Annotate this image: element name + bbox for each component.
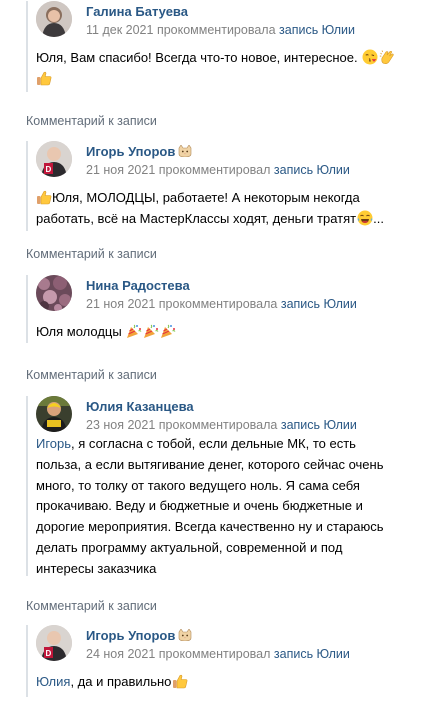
comment-indent-bar [26,1,28,92]
comment-action: прокомментировала [158,418,278,432]
comment-text-ellipsis: ... [373,211,384,226]
comment-galina: Галина Батуева 11 дек 2021 прокомментиро… [26,1,431,92]
svg-text:D: D [46,165,52,174]
avatar[interactable] [36,1,72,37]
comment-text: Юля молодцы [36,321,431,342]
avatar[interactable] [36,396,72,432]
comment-indent-bar [26,275,28,343]
comment-text-line: , я согласна с тобой, если дельные МК, т… [71,436,356,451]
party-popper-emoji [143,324,159,339]
laughing-emoji [357,210,374,226]
comment-action: прокомментировала [156,23,276,37]
post-link[interactable]: запись Юлии [279,23,355,37]
comment-date[interactable]: 11 дек 2021 [86,23,153,37]
comment-igor-1: D Игорь Упоров 21 ноя 2021 прокомментиро… [26,141,431,231]
comment-text: Игорь, я согласна с тобой, если дельные … [36,434,431,580]
party-popper-emoji [160,324,176,339]
section-label: Комментарий к записи [26,599,157,613]
svg-text:D: D [46,649,52,658]
section-label: Комментарий к записи [26,247,157,261]
comment-text-line: Юля, МОЛОДЦЫ, работаете! А некоторым нек… [52,190,360,205]
comment-meta: 21 ноя 2021 прокомментировал запись Юлии [86,163,350,177]
comment-text-line: работать, всё на МастерКлассы ходят, ден… [36,211,357,226]
comment-text-body: , да и правильно [70,674,172,689]
thumbs-up-emoji [173,674,188,689]
mention-link[interactable]: Игорь [36,436,71,451]
post-link[interactable]: запись Юлии [274,163,350,177]
comment-text-line: дорогие мероприятия. Всегда качественно … [36,519,384,535]
comment-date[interactable]: 21 ноя 2021 [86,297,155,311]
comment-date[interactable]: 24 ноя 2021 [86,647,155,661]
author-name[interactable]: Галина Батуева [86,4,188,19]
comment-indent-bar [26,625,28,697]
comment-action: прокомментировал [158,163,271,177]
comment-text-body: Юля, Вам спасибо! Всегда что-то новое, и… [36,50,358,65]
comment-text-line: делать программу актуальной, современной… [36,539,343,555]
comment-nina: Нина Радостева 21 ноя 2021 прокомментиро… [26,275,431,343]
cat-icon [178,629,192,641]
comment-meta: 24 ноя 2021 прокомментировал запись Юлии [86,647,350,661]
section-label: Комментарий к записи [26,368,157,382]
section-label: Комментарий к записи [26,114,157,128]
comment-indent-bar [26,141,28,231]
comment-text-line: много, то толку от такого ведущего ноль.… [36,477,360,493]
party-popper-emoji [126,324,142,339]
avatar[interactable]: D [36,141,72,177]
comment-text: Юля, МОЛОДЦЫ, работаете! А некоторым нек… [36,187,431,229]
thumbs-up-emoji [36,190,52,205]
comment-indent-bar [26,396,28,576]
comment-meta: 11 дек 2021 прокомментировала запись Юли… [86,23,355,37]
author-name-text[interactable]: Игорь Упоров [86,144,175,159]
mention-link[interactable]: Юлия [36,674,70,689]
comment-text-line: польза, а если вытягивание денег, которо… [36,456,384,472]
cat-icon [178,145,192,157]
comment-date[interactable]: 21 ноя 2021 [86,163,155,177]
thumbs-up-emoji [36,71,52,86]
author-name-text[interactable]: Игорь Упоров [86,628,175,643]
comment-action: прокомментировал [158,647,271,661]
clap-emoji [379,50,395,65]
avatar[interactable]: D [36,625,72,661]
comment-text-line: интересы заказчика [36,560,157,576]
comment-date[interactable]: 23 ноя 2021 [86,418,155,432]
comment-yulia: Юлия Казанцева 23 ноя 2021 прокомментиро… [26,396,431,576]
comment-meta: 21 ноя 2021 прокомментировала запись Юли… [86,297,357,311]
author-name[interactable]: Нина Радостева [86,278,190,293]
comment-text: Юлия, да и правильно [36,671,431,692]
post-link[interactable]: запись Юлии [274,647,350,661]
post-link[interactable]: запись Юлии [281,297,357,311]
author-name[interactable]: Игорь Упоров [86,144,192,159]
comment-meta: 23 ноя 2021 прокомментировала запись Юли… [86,418,357,432]
comment-action: прокомментировала [158,297,278,311]
author-name[interactable]: Юлия Казанцева [86,399,194,414]
comment-text: Юля, Вам спасибо! Всегда что-то новое, и… [36,47,431,89]
comment-igor-2: D Игорь Упоров 24 ноя 2021 прокомментиро… [26,625,431,697]
avatar[interactable] [36,275,72,311]
post-link[interactable]: запись Юлии [281,418,357,432]
comment-text-body: Юля молодцы [36,324,122,339]
comment-text-line: прокачиваю. Веду и бюджетные и очень бюд… [36,498,363,514]
kiss-emoji [362,49,379,65]
author-name[interactable]: Игорь Упоров [86,628,192,643]
